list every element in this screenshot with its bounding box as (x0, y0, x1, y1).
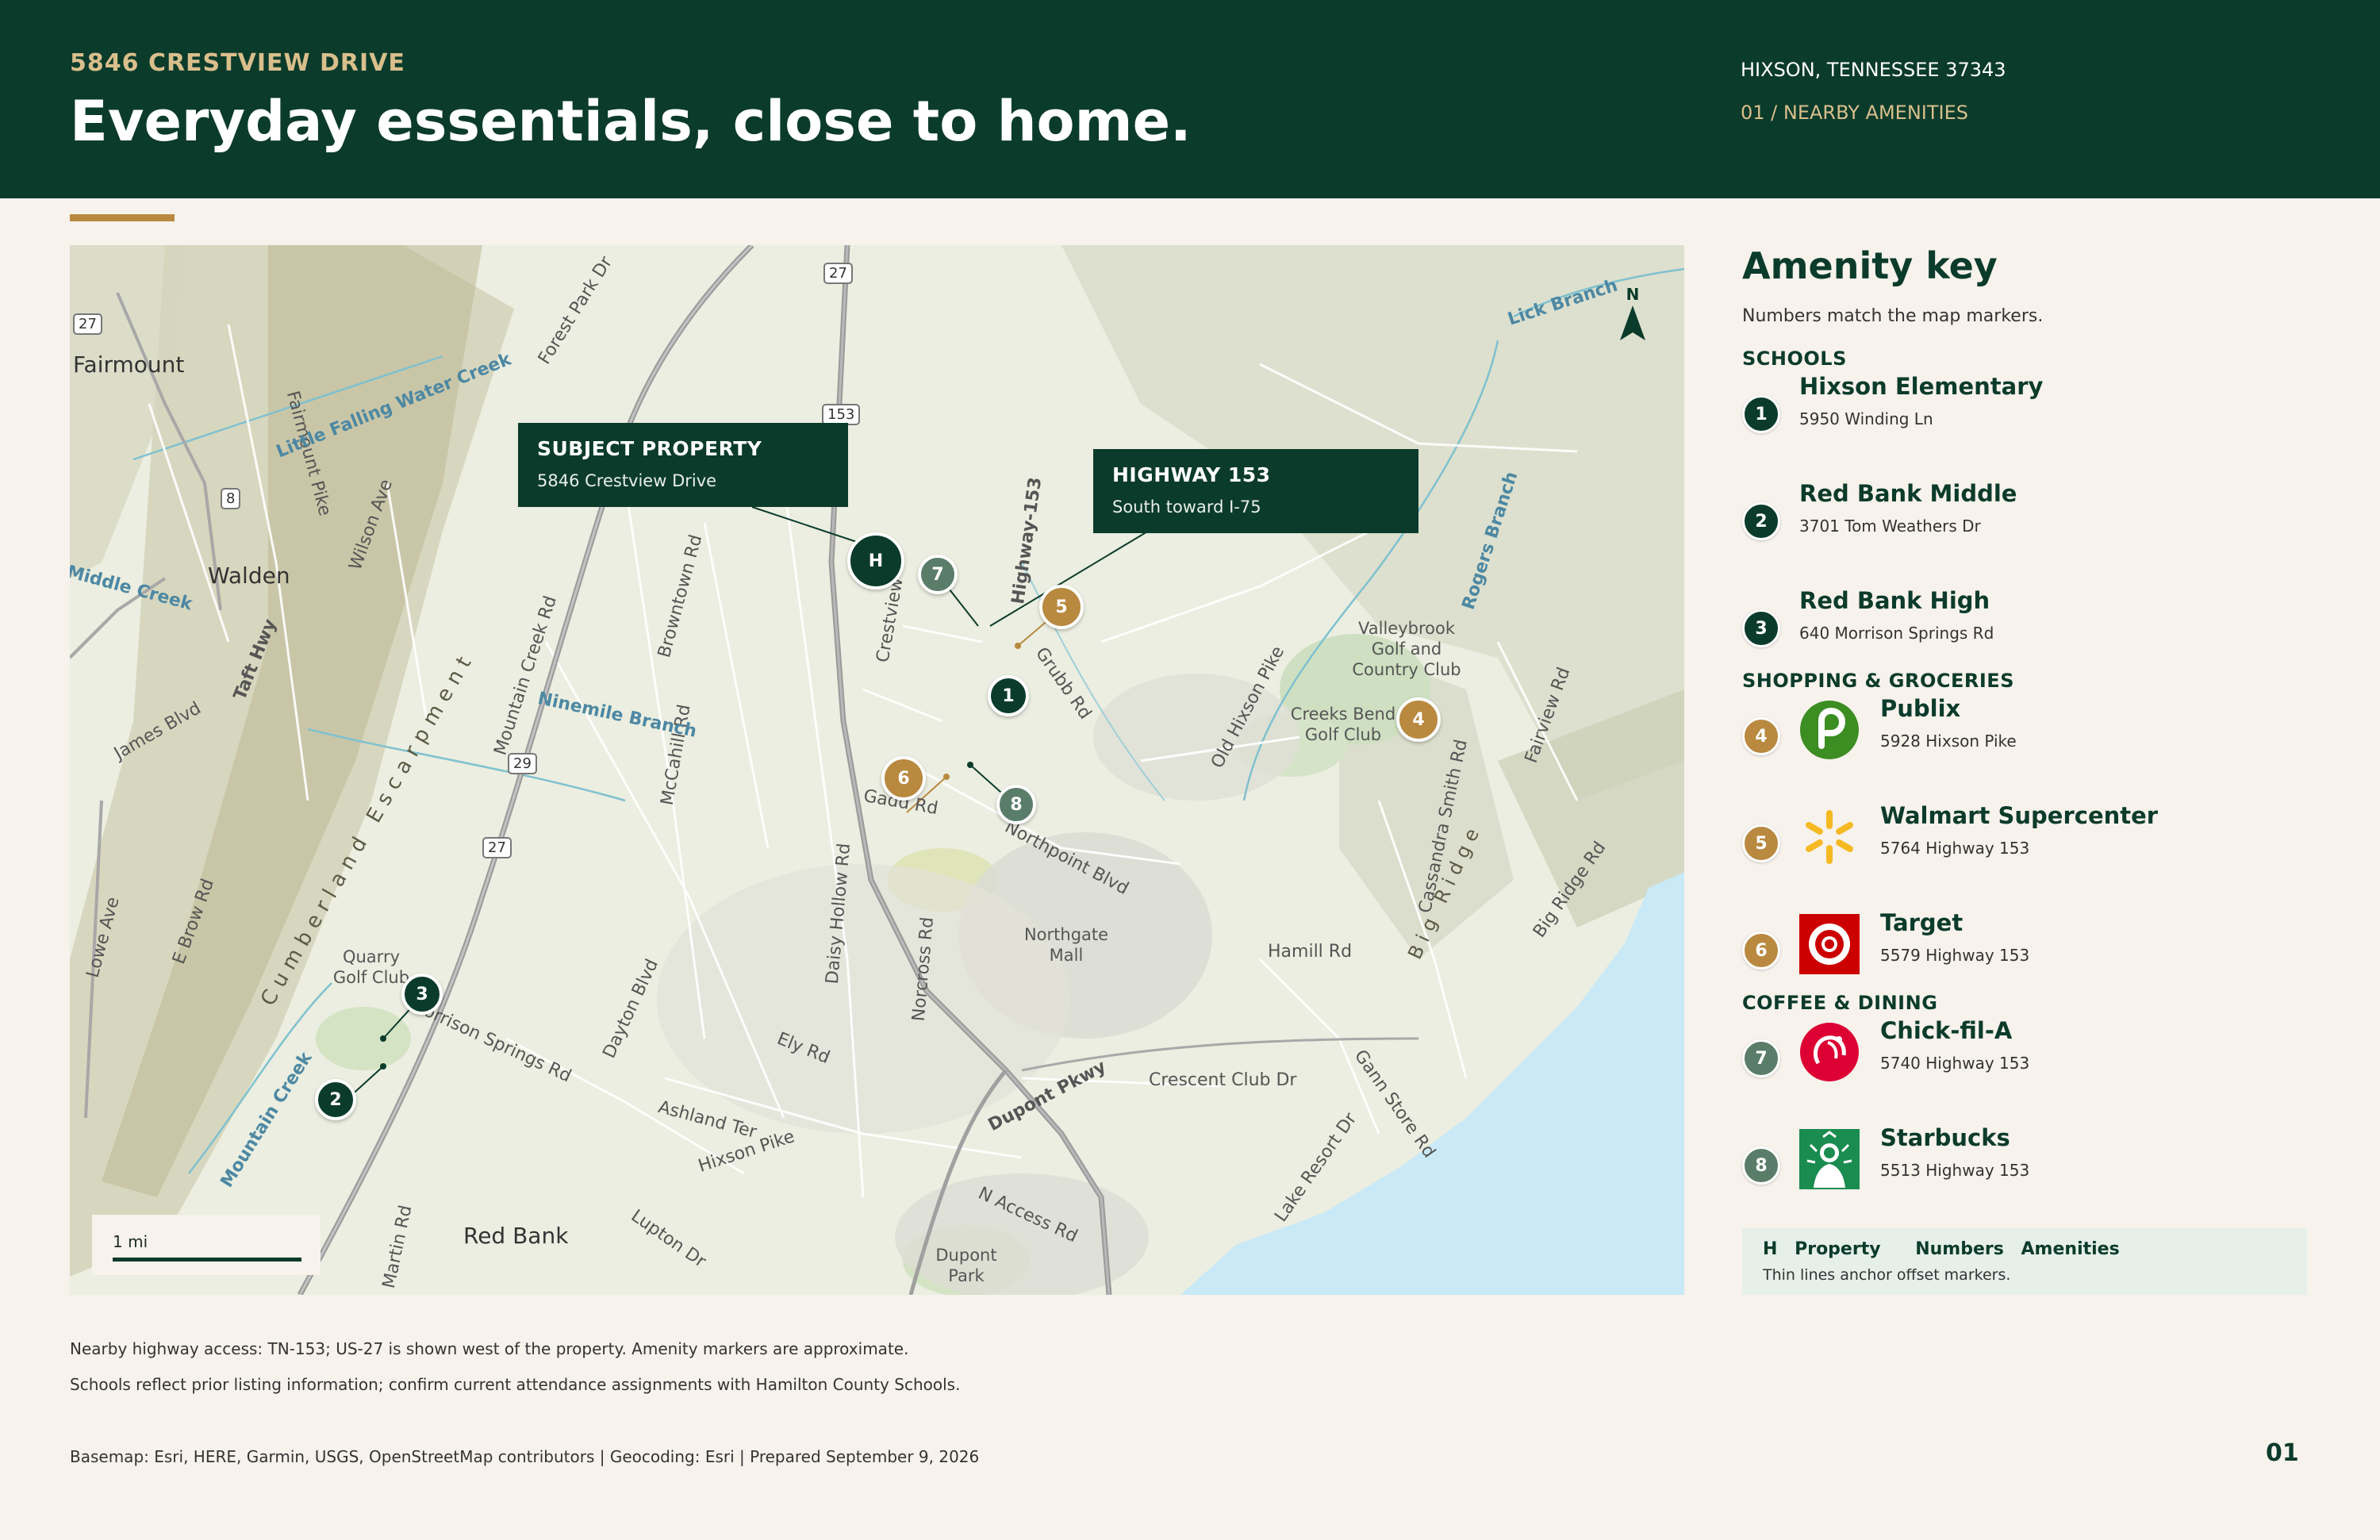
place-label-red-bank: Red Bank (463, 1223, 569, 1249)
amenity-name: Hixson Elementary (1799, 373, 2044, 400)
road-label-hamill: Hamill Rd (1268, 942, 1353, 962)
amenity-item-6[interactable]: 6 Target 5579 Highway 153 (1742, 909, 2345, 1001)
property-address-eyebrow: 5846 CRESTVIEW DRIVE (70, 49, 405, 77)
legend-amenities: Amenities (2021, 1239, 2120, 1259)
amenity-address: 5928 Hixson Pike (1880, 732, 2017, 751)
subject-property-address: 5846 Crestview Drive (537, 471, 717, 490)
amenity-address: 5740 Highway 153 (1880, 1054, 2030, 1073)
amenity-item-7[interactable]: 7 Chick-fil-A 5740 Highway 153 (1742, 1017, 2345, 1109)
amenity-name: Red Bank High (1799, 587, 1990, 614)
legend-numbers: Numbers (1915, 1239, 2004, 1259)
subject-property-callout: SUBJECT PROPERTY 5846 Crestview Drive (518, 423, 848, 507)
amenity-address: 5513 Highway 153 (1880, 1161, 2030, 1180)
category-dining: COFFEE & DINING (1742, 992, 1938, 1014)
accent-bar (70, 214, 175, 221)
amenity-item-5[interactable]: 5 Walmart Supercenter 5764 Highway 153 (1742, 802, 2345, 894)
publix-logo-icon (1800, 701, 1859, 759)
road-label-crescent-club: Crescent Club Dr (1149, 1070, 1297, 1090)
amenity-address: 5764 Highway 153 (1880, 839, 2030, 858)
amenity-item-3[interactable]: 3 Red Bank High 640 Morrison Springs Rd (1742, 587, 2345, 679)
map-marker-5[interactable]: 5 (1039, 585, 1084, 629)
amenity-item-1[interactable]: 1 Hixson Elementary 5950 Winding Ln (1742, 373, 2345, 465)
place-label-quarry: Quarry Golf Club (332, 947, 410, 987)
page-header: 5846 CRESTVIEW DRIVE Everyday essentials… (0, 0, 2380, 198)
subject-property-marker[interactable]: H (847, 532, 904, 590)
amenity-name: Chick-fil-A (1880, 1017, 2013, 1044)
target-logo-icon (1799, 914, 1860, 974)
place-label-dupont-park: Dupont Park (935, 1246, 997, 1285)
map-marker-1[interactable]: 1 (988, 675, 1029, 716)
footnote-schools: Schools reflect prior listing informatio… (70, 1375, 961, 1394)
route-shield: 8 (221, 488, 241, 509)
amenity-item-8[interactable]: 8 Starbucks 5513 Highway 153 (1742, 1124, 2345, 1216)
map-marker-6[interactable]: 6 (881, 756, 926, 801)
amenity-item-2[interactable]: 2 Red Bank Middle 3701 Tom Weathers Dr (1742, 480, 2345, 572)
legend-note: Thin lines anchor offset markers. (1763, 1266, 2011, 1284)
route-shield: 153 (822, 404, 861, 425)
route-shield: 27 (73, 313, 102, 335)
starbucks-logo-icon (1799, 1129, 1860, 1189)
map-marker-8[interactable]: 8 (996, 785, 1036, 824)
scale-bar-line (113, 1258, 301, 1262)
scale-bar: 1 mi (92, 1215, 321, 1275)
highway-153-title: HIGHWAY 153 (1112, 463, 1271, 486)
page-number: 01 (2266, 1439, 2299, 1467)
legend-property: Property (1795, 1239, 1881, 1259)
amenity-name: Red Bank Middle (1799, 480, 2017, 507)
subject-property-title: SUBJECT PROPERTY (537, 437, 762, 460)
map-marker-4[interactable]: 4 (1396, 697, 1441, 742)
place-label-walden: Walden (208, 563, 290, 589)
page-headline: Everyday essentials, close to home. (70, 89, 1192, 154)
legend-row: H Property Numbers Amenities (1763, 1239, 2131, 1259)
amenity-name: Starbucks (1880, 1124, 2010, 1151)
north-arrow-icon (1620, 305, 1645, 340)
north-label: N (1626, 285, 1640, 304)
scale-label: 1 mi (113, 1232, 148, 1251)
legend-h: H (1763, 1239, 1778, 1259)
amenity-item-4[interactable]: 4 Publix 5928 Hixson Pike (1742, 695, 2345, 787)
highway-153-callout: HIGHWAY 153 South toward I-75 (1093, 449, 1418, 533)
map-marker-2[interactable]: 2 (315, 1079, 356, 1120)
amenity-badge-4: 4 (1742, 717, 1780, 755)
amenity-badge-6: 6 (1742, 931, 1780, 970)
amenity-badge-5: 5 (1742, 824, 1780, 862)
amenity-badge-1: 1 (1742, 395, 1780, 433)
place-label-northgate: Northgate Mall (1023, 925, 1109, 965)
amenity-address: 640 Morrison Springs Rd (1799, 624, 1994, 643)
category-schools: SCHOOLS (1742, 348, 1847, 370)
amenity-address: 3701 Tom Weathers Dr (1799, 517, 1981, 536)
place-label-fairmount: Fairmount (73, 351, 185, 378)
marker-legend: H Property Numbers Amenities Thin lines … (1742, 1228, 2307, 1295)
footnote-highway: Nearby highway access: TN-153; US-27 is … (70, 1339, 909, 1358)
place-label-creeks-bend: Creeks Bend Golf Club (1290, 705, 1396, 744)
amenity-key-title: Amenity key (1742, 244, 1998, 287)
walmart-logo-icon (1806, 810, 1853, 864)
route-shield: 27 (482, 837, 512, 858)
place-label-valleybrook: Valleybrook Golf and Country Club (1352, 619, 1461, 679)
location-label: HIXSON, TENNESSEE 37343 (1741, 59, 2006, 81)
section-label: 01 / NEARBY AMENITIES (1741, 102, 1968, 124)
amenity-key-subtitle: Numbers match the map markers. (1742, 306, 2044, 326)
route-shield: 27 (823, 263, 853, 284)
route-shield: 29 (508, 753, 537, 774)
amenity-name: Walmart Supercenter (1880, 802, 2159, 829)
amenity-map[interactable]: Fairmount Walden Red Bank Valleybrook Go… (70, 245, 1684, 1295)
amenity-badge-3: 3 (1742, 609, 1780, 647)
amenity-badge-8: 8 (1742, 1146, 1780, 1185)
category-shopping: SHOPPING & GROCERIES (1742, 670, 2014, 692)
amenity-badge-7: 7 (1742, 1039, 1780, 1077)
map-marker-7[interactable]: 7 (918, 555, 958, 594)
basemap (70, 245, 1684, 1295)
map-marker-3[interactable]: 3 (401, 974, 443, 1015)
amenity-name: Publix (1880, 695, 1961, 722)
amenity-badge-2: 2 (1742, 502, 1780, 540)
amenity-name: Target (1880, 909, 1964, 936)
amenity-address: 5950 Winding Ln (1799, 409, 1933, 428)
north-arrow: N (1609, 285, 1656, 347)
highway-153-subtitle: South toward I-75 (1112, 497, 1261, 517)
amenity-address: 5579 Highway 153 (1880, 946, 2030, 965)
chick-fil-a-logo-icon (1800, 1023, 1859, 1081)
credits: Basemap: Esri, HERE, Garmin, USGS, OpenS… (70, 1447, 980, 1466)
